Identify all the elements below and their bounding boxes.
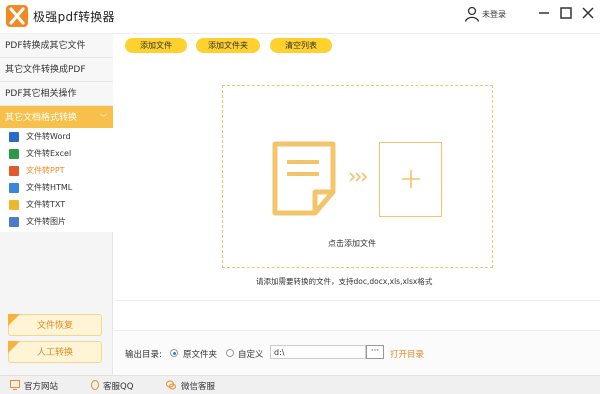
sidebar-item-txt[interactable]: 文件转TXT (0, 196, 113, 213)
plus-icon[interactable] (401, 169, 421, 189)
sidebar-item-word[interactable]: 文件转Word (0, 128, 113, 145)
user-icon[interactable] (464, 6, 480, 22)
category-label: PDF转换成其它文件 (5, 41, 86, 51)
html-icon (9, 183, 19, 193)
ppt-icon (9, 166, 19, 176)
app-title: 极强pdf转换器 (33, 10, 115, 24)
sidebar-item-label: 文件转Excel (26, 149, 72, 158)
sidebar-category-pdf-other[interactable]: PDF其它相关操作 (0, 82, 113, 106)
customer-service-qq-link[interactable]: 客服QQ (103, 380, 133, 392)
output-dir-label: 输出目录: (125, 350, 162, 360)
file-recover-label: 文件恢复 (36, 321, 73, 331)
manual-convert-label: 人工转换 (36, 348, 73, 358)
sidebar-item-label: 文件转图片 (26, 217, 66, 226)
sidebar-item-ppt[interactable]: 文件转PPT (0, 162, 113, 179)
click-add-hint[interactable]: 点击添加文件 (328, 238, 376, 249)
add-file-button[interactable]: 添加文件 (125, 38, 187, 53)
image-icon (9, 217, 19, 227)
sidebar-item-image[interactable]: 文件转图片 (0, 213, 113, 230)
chevron-down-icon: ﹀ (100, 114, 107, 122)
word-icon (9, 132, 19, 142)
maximize-icon[interactable] (557, 5, 575, 21)
category-label: 其它文件转换成PDF (5, 65, 86, 75)
original-folder-label[interactable]: 原文件夹 (183, 348, 217, 360)
category-label: 其它文档格式转换 (5, 113, 78, 123)
manual-convert-button[interactable]: 人工转换 (8, 341, 102, 363)
sidebar-category-other-to-pdf[interactable]: 其它文件转换成PDF (0, 58, 113, 82)
official-website-link[interactable]: 官方网站 (24, 380, 58, 392)
sidebar-item-label: 文件转TXT (26, 200, 66, 209)
sidebar-item-html[interactable]: 文件转HTML (0, 179, 113, 196)
output-path-input[interactable] (270, 345, 366, 359)
excel-icon (9, 149, 19, 159)
login-status[interactable]: 未登录 (482, 9, 506, 20)
category-label: PDF其它相关操作 (5, 89, 77, 99)
radio-custom-folder[interactable] (226, 349, 234, 357)
sub-item-list: 文件转Word 文件转Excel 文件转PPT 文件转HTML 文件转TXT 文… (0, 128, 113, 232)
qq-icon (91, 380, 99, 390)
divider (114, 300, 600, 301)
corner-badge-icon (8, 314, 20, 326)
wechat-icon (166, 380, 176, 390)
wechat-service-link[interactable]: 微信客服 (181, 380, 215, 392)
corner-badge-icon (8, 341, 20, 353)
triple-arrow-icon (349, 172, 368, 182)
browse-button[interactable]: ··· (366, 345, 384, 359)
open-directory-link[interactable]: 打开目录 (390, 348, 424, 360)
document-icon[interactable] (271, 140, 337, 217)
radio-original-folder[interactable] (170, 349, 178, 357)
close-icon[interactable] (579, 5, 597, 21)
sidebar-category-other-format[interactable]: 其它文档格式转换 ﹀ (0, 106, 113, 130)
app-logo-icon (6, 5, 28, 27)
title-bar: 极强pdf转换器 未登录 (0, 0, 600, 34)
add-folder-button[interactable]: 添加文件夹 (196, 38, 260, 53)
minimize-icon[interactable] (535, 5, 553, 21)
sidebar-category-pdf-to-other[interactable]: PDF转换成其它文件 (0, 34, 113, 58)
custom-folder-label[interactable]: 自定义 (238, 348, 264, 360)
sidebar-item-label: 文件转HTML (26, 183, 73, 192)
website-icon (10, 380, 20, 390)
clear-list-button[interactable]: 清空列表 (270, 38, 332, 53)
sidebar-item-label: 文件转PPT (26, 166, 65, 175)
file-recover-button[interactable]: 文件恢复 (8, 314, 102, 336)
sidebar-item-label: 文件转Word (26, 132, 71, 141)
txt-icon (9, 200, 19, 210)
sidebar: PDF转换成其它文件 其它文件转换成PDF PDF其它相关操作 其它文档格式转换… (0, 34, 113, 375)
supported-formats-hint: 请添加需要转换的文件，支持doc,docx,xls,xlsx格式 (256, 277, 433, 286)
sidebar-item-excel[interactable]: 文件转Excel (0, 145, 113, 162)
